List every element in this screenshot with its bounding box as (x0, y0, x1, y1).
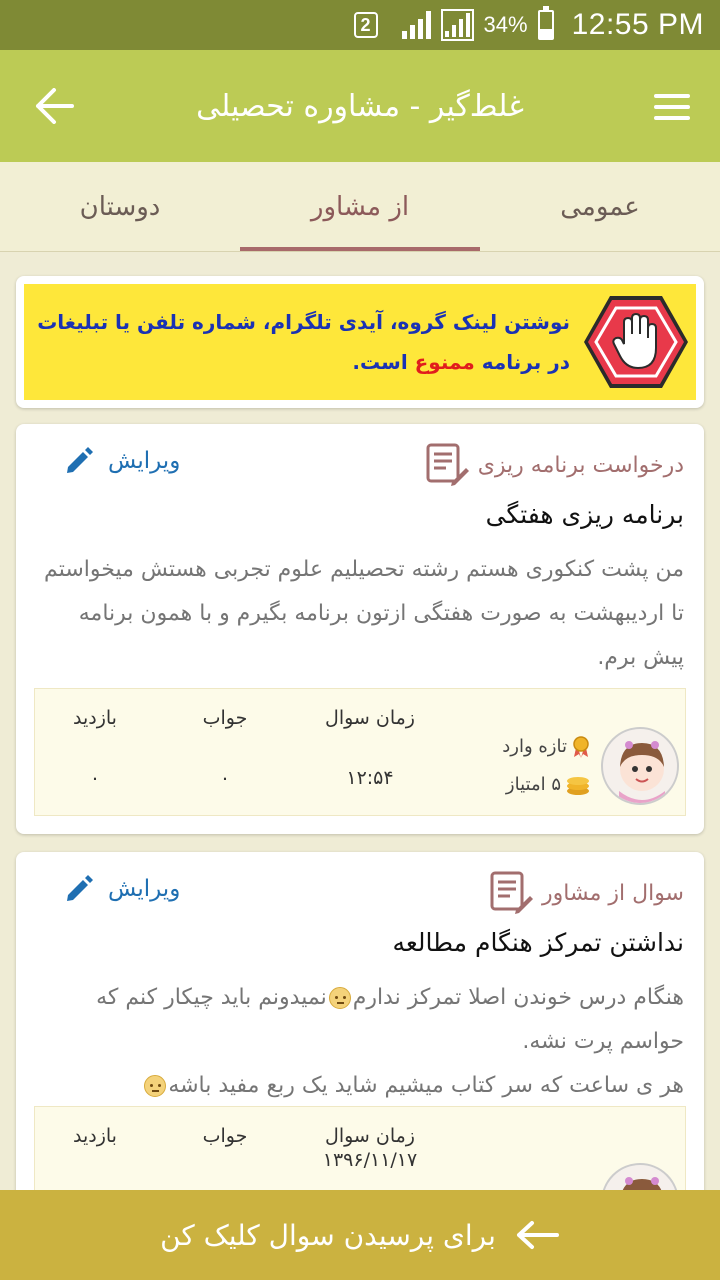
post-category-label: درخواست برنامه ریزی (477, 452, 684, 478)
status-bar: 2 34% 12:55 PM (0, 0, 720, 50)
stat-answers: جواب (185, 1107, 265, 1147)
question-card[interactable]: سوال از مشاور ویرایش نداشتن تمرکز هنگام … (16, 852, 704, 1192)
stat-time-label: زمان سوال (325, 1125, 415, 1147)
feed[interactable]: نوشتن لینک گروه، آیدی تلگرام، شماره تلفن… (0, 252, 720, 1192)
stat-visits: بازدید (55, 1107, 135, 1147)
worried-face-emoji-icon (328, 987, 351, 1009)
rules-notice-text: نوشتن لینک گروه، آیدی تلگرام، شماره تلفن… (24, 302, 576, 382)
post-category: درخواست برنامه ریزی (424, 442, 684, 488)
avatar[interactable] (601, 1163, 679, 1192)
stat-time: زمان سوال ۱۳۹۶/۱۱/۱۷ (295, 1107, 445, 1171)
notice-line-2-suffix: است. (352, 350, 408, 374)
rules-notice-banner: نوشتن لینک گروه، آیدی تلگرام، شماره تلفن… (24, 284, 696, 400)
edit-label: ویرایش (108, 448, 181, 474)
post-stats: بازدید ۰ جواب ۰ زمان سوال ۱۲:۵۴ تازه وار… (34, 688, 686, 816)
post-body-part-1: هنگام درس خوندن اصلا تمرکز ندارم (352, 985, 684, 1010)
stat-answers-label: جواب (202, 707, 248, 729)
author-info[interactable]: تازه وارد ۵ امتیاز (502, 727, 679, 805)
edit-button[interactable]: ویرایش (64, 446, 180, 476)
ask-question-button[interactable]: برای پرسیدن سوال کلیک کن (0, 1190, 720, 1280)
coins-icon (567, 777, 589, 795)
back-arrow-icon[interactable] (34, 88, 74, 124)
stat-time-label: زمان سوال (325, 707, 415, 729)
post-category: سوال از مشاور (488, 870, 684, 916)
question-card[interactable]: درخواست برنامه ریزی ویرایش برنامه ریزی ه… (16, 424, 704, 834)
worried-face-emoji-icon (144, 1075, 167, 1097)
notice-line-2: در برنامه ممنوع است. (24, 342, 570, 382)
stat-time: زمان سوال ۱۲:۵۴ (295, 689, 445, 789)
tab-bar: عمومی از مشاور دوستان (0, 162, 720, 252)
rules-notice-card: نوشتن لینک گروه، آیدی تلگرام، شماره تلفن… (16, 276, 704, 408)
author-meta: تازه وارد ۵ امتیاز (502, 728, 591, 804)
pencil-icon (67, 875, 93, 901)
post-title: برنامه ریزی هفتگی (485, 500, 684, 529)
ask-question-label: برای پرسیدن سوال کلیک کن (160, 1218, 496, 1252)
author-rank: تازه وارد (502, 728, 591, 766)
notice-line-2-prefix: در برنامه (481, 350, 570, 374)
stat-answers: جواب ۰ (185, 689, 265, 789)
battery-icon (537, 6, 554, 40)
stat-visits: بازدید ۰ (55, 689, 135, 789)
signal-strength-sim2-icon (440, 9, 474, 41)
post-body: هنگام درس خوندن اصلا تمرکز ندارمنمیدونم … (36, 976, 684, 1108)
card-header: درخواست برنامه ریزی ویرایش (16, 442, 704, 492)
notice-forbidden-word: ممنوع (414, 350, 475, 374)
author-info[interactable]: تازه وارد (502, 1163, 679, 1192)
pencil-icon (67, 447, 93, 473)
app-toolbar: غلط‌گیر - مشاوره تحصیلی (0, 50, 720, 162)
stat-answers-label: جواب (202, 1125, 248, 1147)
stat-time-value: ۱۳۹۶/۱۱/۱۷ (322, 1149, 418, 1171)
edit-button[interactable]: ویرایش (64, 874, 180, 904)
post-body-part-3: هر ی ساعت که سر کتاب میشیم شاید یک ربع م… (168, 1073, 684, 1098)
author-rank-label: تازه وارد (502, 736, 567, 757)
tab-friends[interactable]: دوستان (0, 162, 240, 251)
stat-time-value: ۱۲:۵۴ (346, 767, 394, 789)
document-edit-icon (426, 443, 469, 486)
stop-hand-icon (576, 284, 696, 400)
signal-strength-icon (401, 11, 431, 39)
medal-icon (573, 736, 589, 758)
post-title: نداشتن تمرکز هنگام مطالعه (392, 928, 684, 957)
stat-visits-label: بازدید (73, 1125, 117, 1147)
arrow-left-icon (516, 1221, 559, 1249)
hamburger-menu-icon[interactable] (654, 94, 690, 120)
post-category-label: سوال از مشاور (542, 880, 684, 906)
stat-visits-value: ۰ (89, 767, 101, 789)
post-body: من پشت کنکوری هستم رشته تحصیلیم علوم تجر… (44, 557, 684, 670)
page-title: غلط‌گیر - مشاوره تحصیلی (196, 88, 524, 124)
status-clock: 12:55 PM (571, 8, 704, 41)
avatar[interactable] (601, 727, 679, 805)
document-edit-icon (490, 871, 534, 914)
card-header: سوال از مشاور ویرایش (16, 870, 704, 920)
edit-label: ویرایش (108, 876, 181, 902)
post-stats: بازدید جواب زمان سوال ۱۳۹۶/۱۱/۱۷ (34, 1106, 686, 1192)
sim-slot-icon: 2 (353, 12, 378, 38)
author-points: ۵ امتیاز (502, 766, 591, 804)
notice-line-1: نوشتن لینک گروه، آیدی تلگرام، شماره تلفن… (37, 310, 570, 334)
tab-general[interactable]: عمومی (480, 162, 720, 251)
tab-from-counselor[interactable]: از مشاور (240, 162, 480, 251)
battery-percent: 34% (483, 12, 528, 37)
author-points-label: ۵ امتیاز (505, 774, 561, 795)
stat-visits-label: بازدید (73, 707, 117, 729)
stat-answers-value: ۰ (219, 767, 231, 789)
